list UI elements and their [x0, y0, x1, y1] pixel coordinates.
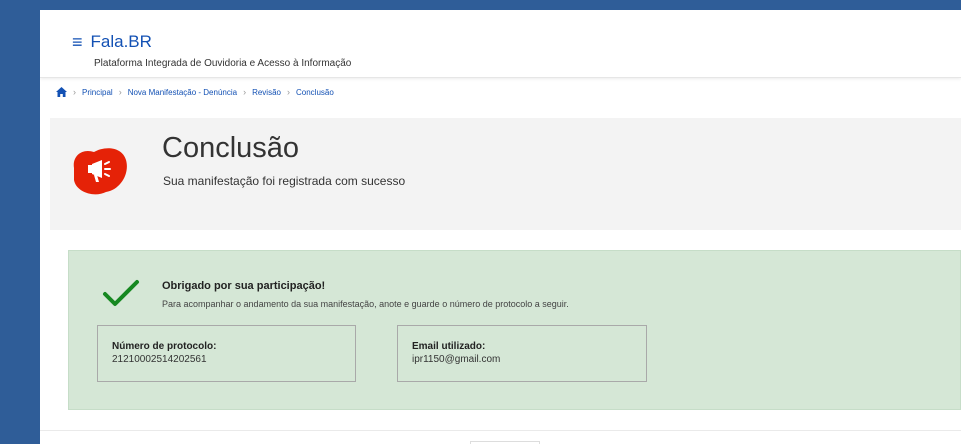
site-subtitle: Plataforma Integrada de Ouvidoria e Aces…: [94, 58, 352, 69]
megaphone-icon: [73, 148, 127, 195]
breadcrumb-item-principal[interactable]: Principal: [82, 88, 113, 97]
breadcrumb-item-revisao[interactable]: Revisão: [252, 88, 281, 97]
chevron-right-icon: ›: [286, 87, 290, 97]
page-subtitle: Sua manifestação foi registrada com suce…: [163, 174, 406, 188]
background-strip: [0, 0, 40, 444]
success-instructions: Para acompanhar o andamento da sua manif…: [162, 299, 569, 309]
success-title: Obrigado por sua participação!: [162, 280, 326, 292]
success-message: Obrigado por sua participação! Para acom…: [68, 250, 961, 410]
check-icon: [103, 280, 139, 306]
hamburger-menu-icon[interactable]: ≡: [72, 33, 83, 51]
site-header: ≡ Fala.BR Plataforma Integrada de Ouvido…: [40, 10, 961, 78]
breadcrumb-item-conclusao[interactable]: Conclusão: [296, 88, 334, 97]
brand-title[interactable]: Fala.BR: [91, 32, 152, 52]
page-hero: Conclusão Sua manifestação foi registrad…: [50, 118, 961, 230]
breadcrumb: › Principal › Nova Manifestação - Denúnc…: [40, 78, 961, 106]
chevron-right-icon: ›: [243, 87, 247, 97]
email-box: Email utilizado: ipr1150@gmail.com: [397, 325, 647, 382]
breadcrumb-item-nova-manifestacao[interactable]: Nova Manifestação - Denúncia: [128, 88, 237, 97]
email-value: ipr1150@gmail.com: [412, 354, 501, 365]
protocol-value: 21210002514202561: [112, 354, 207, 365]
chevron-right-icon: ›: [73, 87, 76, 97]
main-panel: ≡ Fala.BR Plataforma Integrada de Ouvido…: [40, 10, 961, 444]
footer-divider: [40, 430, 961, 431]
chevron-right-icon: ›: [118, 87, 122, 97]
email-label: Email utilizado:: [412, 341, 486, 352]
home-icon[interactable]: [56, 87, 67, 97]
protocol-label: Número de protocolo:: [112, 341, 217, 352]
page-title: Conclusão: [162, 132, 300, 164]
protocol-box: Número de protocolo: 21210002514202561: [97, 325, 356, 382]
